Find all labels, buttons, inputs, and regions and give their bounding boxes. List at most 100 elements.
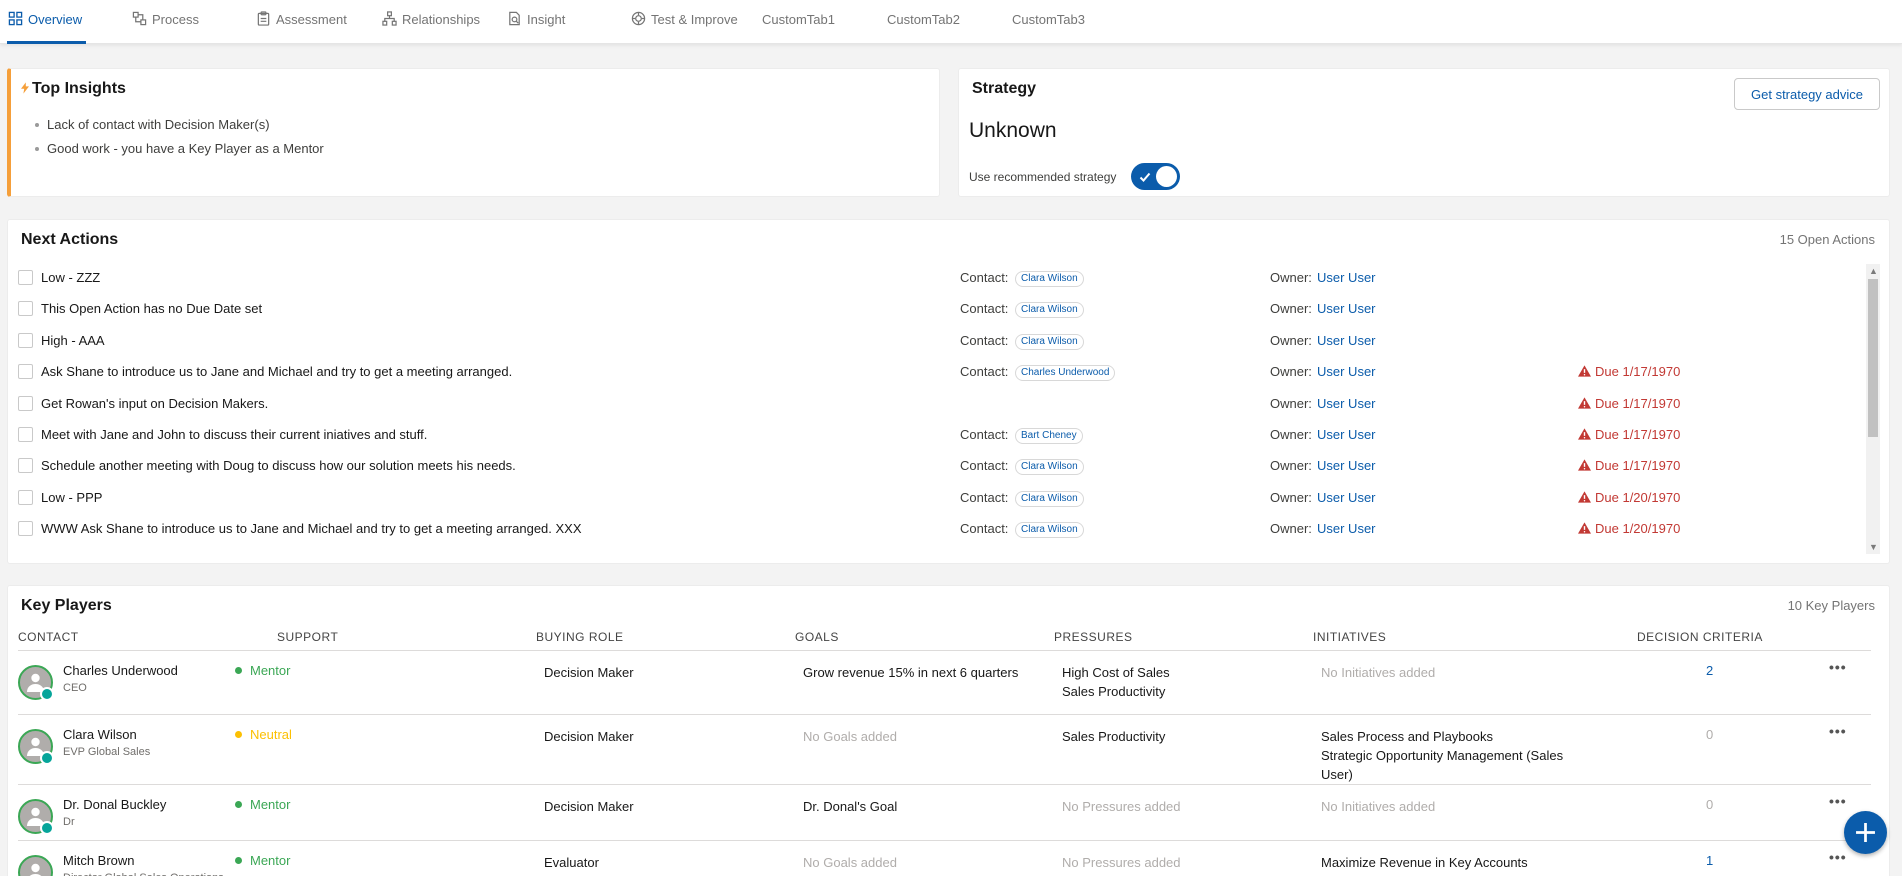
key-players-count: 10 Key Players xyxy=(1787,598,1875,613)
action-checkbox[interactable] xyxy=(18,489,33,505)
more-actions-icon[interactable]: ••• xyxy=(1829,793,1847,809)
player-name[interactable]: Mitch Brown xyxy=(63,853,135,868)
action-row: WWW Ask Shane to introduce us to Jane an… xyxy=(8,514,1868,545)
decision-criteria-count[interactable]: 0 xyxy=(1706,797,1713,812)
action-checkbox[interactable] xyxy=(18,521,33,537)
owner-label: Owner: xyxy=(1270,458,1312,474)
contact-label: Contact: xyxy=(960,332,1009,348)
action-checkbox[interactable] xyxy=(18,395,33,411)
tab-label: Assessment xyxy=(276,12,347,27)
recommended-strategy-toggle[interactable] xyxy=(1131,163,1180,190)
support-label: Neutral xyxy=(250,727,292,742)
avatar[interactable] xyxy=(18,665,54,701)
key-player-row: Clara Wilson EVP Global Sales Neutral Decis… xyxy=(18,715,1871,785)
warning-icon xyxy=(1578,491,1591,503)
tab-customtab2[interactable]: CustomTab2 xyxy=(887,12,960,42)
tab-relationships[interactable]: Relationships xyxy=(382,11,481,42)
tab-test-improve[interactable]: Test & Improve xyxy=(631,11,738,42)
action-checkbox[interactable] xyxy=(18,332,33,348)
grid-icon xyxy=(8,11,23,26)
contact-label: Contact: xyxy=(960,521,1009,537)
owner-link[interactable]: User User xyxy=(1317,458,1376,473)
toggle-knob xyxy=(1156,166,1177,187)
action-checkbox[interactable] xyxy=(18,301,33,317)
player-name[interactable]: Clara Wilson xyxy=(63,727,137,742)
pressure-item: Sales Productivity xyxy=(1062,729,1166,744)
owner-link[interactable]: User User xyxy=(1317,270,1376,285)
action-checkbox[interactable] xyxy=(18,364,33,380)
tab-process[interactable]: Process xyxy=(132,11,199,42)
more-actions-icon[interactable]: ••• xyxy=(1829,659,1847,675)
owner-link[interactable]: User User xyxy=(1317,521,1376,536)
owner-link[interactable]: User User xyxy=(1317,427,1376,442)
avatar[interactable] xyxy=(18,855,53,876)
actions-scrollbar[interactable]: ▲ ▼ xyxy=(1866,264,1880,554)
due-date: Due 1/20/1970 xyxy=(1578,521,1680,536)
contact-pill[interactable]: Clara Wilson xyxy=(1015,522,1084,539)
scroll-thumb[interactable] xyxy=(1868,279,1878,437)
contact-pill[interactable]: Bart Cheney xyxy=(1015,428,1083,444)
action-text: Schedule another meeting with Doug to di… xyxy=(41,458,516,474)
person-icon xyxy=(29,863,42,876)
action-checkbox[interactable] xyxy=(18,458,33,474)
tab-label: Relationships xyxy=(402,12,481,27)
due-date-text: Due 1/20/1970 xyxy=(1595,521,1681,537)
action-text: Low - ZZZ xyxy=(41,270,101,285)
more-actions-icon[interactable]: ••• xyxy=(1829,849,1847,865)
get-strategy-advice-button[interactable]: Get strategy advice xyxy=(1734,78,1880,110)
scroll-down-icon[interactable]: ▼ xyxy=(1869,543,1878,552)
owner-link[interactable]: User User xyxy=(1317,364,1376,379)
tab-label: Process xyxy=(152,12,199,27)
avatar[interactable] xyxy=(18,729,54,765)
next-actions-title: Next Actions xyxy=(21,231,119,248)
buying-role: Evaluator xyxy=(544,855,599,870)
owner-link[interactable]: User User xyxy=(1317,333,1376,348)
contact-pill[interactable]: Clara Wilson xyxy=(1015,490,1084,507)
owner-label: Owner: xyxy=(1270,270,1312,285)
decision-criteria-count[interactable]: 0 xyxy=(1706,727,1713,742)
owner-link[interactable]: User User xyxy=(1317,301,1376,316)
tab-label: CustomTab2 xyxy=(887,12,960,27)
avatar[interactable] xyxy=(18,799,54,835)
action-row: Schedule another meeting with Doug to di… xyxy=(8,451,1868,482)
contact-pill[interactable]: Clara Wilson xyxy=(1015,333,1084,350)
contact-pill[interactable]: Charles Underwood xyxy=(1015,365,1116,382)
recommended-strategy-label: Use recommended strategy xyxy=(969,170,1117,184)
tab-overview[interactable]: Overview xyxy=(6,11,87,44)
contact-label: Contact: xyxy=(960,427,1009,442)
decision-criteria-count[interactable]: 2 xyxy=(1706,663,1713,678)
tab-customtab1[interactable]: CustomTab1 xyxy=(762,12,835,42)
warning-icon xyxy=(1578,365,1591,377)
player-name[interactable]: Charles Underwood xyxy=(63,663,178,678)
goal-item: No Goals added xyxy=(803,729,897,744)
next-actions-card: Next Actions 15 Open Actions Low - ZZZ Co… xyxy=(7,219,1890,564)
player-name[interactable]: Dr. Donal Buckley xyxy=(63,797,166,812)
action-checkbox[interactable] xyxy=(18,270,33,285)
warning-icon xyxy=(1578,522,1591,534)
tab-customtab3[interactable]: CustomTab3 xyxy=(1012,12,1085,42)
col-head-support: SUPPORT xyxy=(277,630,339,644)
col-head-goals: GOALS xyxy=(795,630,839,644)
contact-pill[interactable]: Clara Wilson xyxy=(1015,302,1084,319)
contact-badge-icon xyxy=(40,687,54,701)
tab-assessment[interactable]: Assessment xyxy=(256,11,347,42)
status-dot-icon xyxy=(235,801,242,808)
owner-link[interactable]: User User xyxy=(1317,490,1376,505)
add-button[interactable] xyxy=(1844,811,1887,854)
tab-insight[interactable]: Insight xyxy=(507,11,565,42)
checkmark-icon xyxy=(1139,172,1151,182)
owner-link[interactable]: User User xyxy=(1317,396,1376,411)
contact-pill[interactable]: Clara Wilson xyxy=(1015,271,1084,287)
action-row: High - AAA Contact: Clara Wilson Owner: User… xyxy=(8,326,1868,357)
contact-pill[interactable]: Clara Wilson xyxy=(1015,459,1084,476)
scroll-up-icon[interactable]: ▲ xyxy=(1869,267,1878,276)
more-actions-icon[interactable]: ••• xyxy=(1829,723,1847,739)
decision-criteria-count[interactable]: 1 xyxy=(1706,853,1713,868)
open-actions-count: 15 Open Actions xyxy=(1779,232,1875,247)
action-row: Low - PPP Contact: Clara Wilson Owner: User … xyxy=(8,483,1868,514)
strategy-title: Strategy xyxy=(972,80,1037,97)
action-text: Low - PPP xyxy=(41,489,103,505)
player-title: EVP Global Sales xyxy=(63,746,151,758)
action-checkbox[interactable] xyxy=(18,427,33,442)
tab-label: Overview xyxy=(28,12,83,27)
